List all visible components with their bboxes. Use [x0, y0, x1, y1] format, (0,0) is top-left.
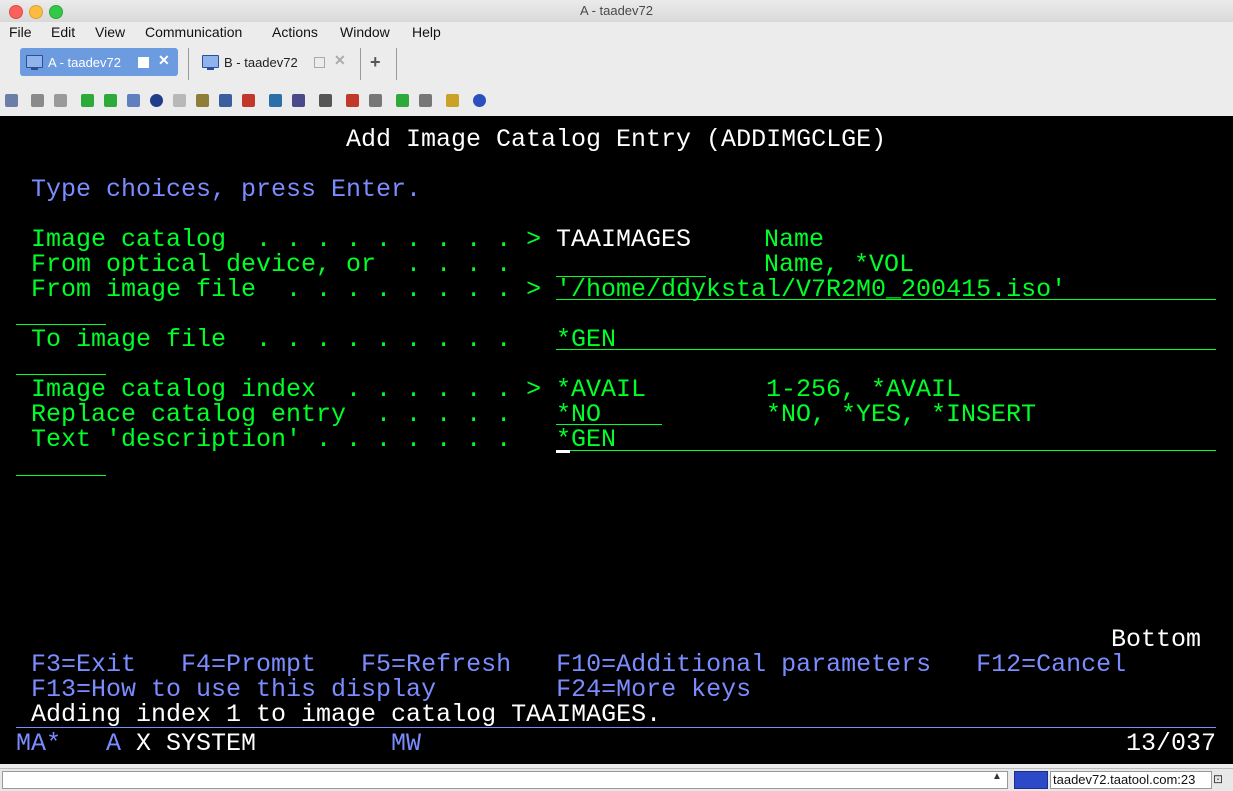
function-keys-line-1[interactable]: F3=Exit F4=Prompt F5=Refresh F10=Additio… [31, 652, 1126, 677]
macro-icon[interactable] [242, 94, 255, 107]
tab-label: A - taadev72 [48, 55, 121, 70]
paste-icon[interactable] [31, 94, 44, 107]
edit-icon[interactable] [346, 94, 359, 107]
image-catalog-input[interactable]: TAAIMAGES [556, 227, 691, 252]
text-description-input[interactable]: *GEN [556, 427, 616, 452]
to-image-file-underline [556, 349, 1216, 350]
security-lock-icon: ⊡ [1213, 772, 1224, 786]
menu-actions[interactable]: Actions [272, 24, 318, 40]
tab-session-a[interactable]: A - taadev72 ✕ [20, 48, 178, 76]
stop-icon[interactable] [396, 94, 409, 107]
status-input-field[interactable] [2, 771, 1008, 789]
connection-status-icon [1014, 771, 1048, 789]
session-indicator: A [106, 729, 122, 758]
host-address: taadev72.taatool.com:23 [1050, 771, 1212, 789]
menu-window[interactable]: Window [340, 24, 390, 40]
tab-label: B - taadev72 [224, 55, 298, 70]
cursor-position: 13/037 [1126, 729, 1217, 758]
keyboard-mode-indicator: MA* [16, 729, 62, 758]
field-continuation-line [16, 475, 106, 476]
monitor-icon [26, 55, 43, 70]
message-waiting-indicator: MW [391, 729, 422, 758]
field-hint-catalog-index: 1-256, *AVAIL [766, 375, 962, 404]
function-keys-line-2[interactable]: F13=How to use this display F24=More key… [31, 677, 751, 702]
from-image-file-underline [556, 299, 1216, 300]
menu-file[interactable]: File [9, 24, 32, 40]
status-divider [16, 727, 1216, 728]
menu-edit[interactable]: Edit [51, 24, 75, 40]
menu-bar: File Edit View Communication Actions Win… [0, 22, 1233, 44]
document-icon[interactable] [173, 94, 186, 107]
clipboard-icon[interactable] [54, 94, 67, 107]
tab-divider [396, 48, 397, 80]
toolbar [0, 88, 1233, 115]
settings-icon[interactable] [219, 94, 232, 107]
upload-icon[interactable] [81, 94, 94, 107]
field-label-replace-entry: Replace catalog entry . . . . . [31, 400, 512, 429]
detach-tab-icon[interactable] [138, 57, 149, 68]
field-label-text-description: Text 'description' . . . . . . . [31, 425, 512, 454]
screen-title: Add Image Catalog Entry (ADDIMGCLGE) [346, 125, 887, 154]
field-label-optical-device: From optical device, or . . . . [31, 250, 512, 279]
download-icon[interactable] [104, 94, 117, 107]
field-label-to-image-file: To image file . . . . . . . . . [31, 325, 512, 354]
print-icon[interactable] [127, 94, 140, 107]
keypad-icon[interactable] [269, 94, 282, 107]
text-description-underline [556, 450, 1216, 451]
system-indicator: X SYSTEM [136, 729, 257, 758]
record-icon[interactable] [369, 94, 382, 107]
mail-icon[interactable] [292, 94, 305, 107]
field-hint-replace-entry: *NO, *YES, *INSERT [766, 400, 1037, 429]
field-hint-optical-device: Name, *VOL [764, 250, 915, 279]
menu-view[interactable]: View [95, 24, 125, 40]
menu-communication[interactable]: Communication [145, 24, 242, 40]
session-tab-bar: A - taadev72 ✕ B - taadev72 ✕ + [0, 44, 1233, 89]
monitor-icon [202, 55, 219, 70]
close-tab-icon[interactable]: ✕ [158, 52, 170, 69]
text-cursor [556, 450, 570, 453]
tab-session-b[interactable]: B - taadev72 ✕ [196, 48, 352, 76]
field-hint-image-catalog: Name [764, 225, 825, 254]
bottom-status-bar: ▲ taadev72.taatool.com:23 ⊡ [0, 768, 1233, 791]
tab-divider [188, 48, 189, 80]
instruction-text: Type choices, press Enter. [31, 175, 422, 204]
play-icon[interactable] [419, 94, 432, 107]
status-message: Adding index 1 to image catalog TAAIMAGE… [31, 700, 662, 729]
window-titlebar: A - taadev72 [0, 0, 1233, 23]
copy-icon[interactable] [5, 94, 18, 107]
add-tab-button[interactable]: + [370, 52, 381, 73]
field-label-image-catalog: Image catalog . . . . . . . . . > [31, 225, 542, 254]
scroll-up-arrow-icon[interactable]: ▲ [992, 771, 1002, 782]
window-title: A - taadev72 [580, 3, 653, 18]
pause-icon[interactable] [446, 94, 459, 107]
compass-icon[interactable] [150, 94, 163, 107]
tab-divider [360, 48, 361, 80]
close-tab-icon[interactable]: ✕ [334, 52, 346, 69]
database-icon[interactable] [196, 94, 209, 107]
bottom-indicator: Bottom [1111, 625, 1202, 654]
field-label-catalog-index: Image catalog index . . . . . . > [31, 375, 542, 404]
terminal-screen[interactable]: Add Image Catalog Entry (ADDIMGCLGE) Typ… [0, 116, 1233, 764]
detach-tab-icon[interactable] [314, 57, 325, 68]
menu-help[interactable]: Help [412, 24, 441, 40]
catalog-index-input[interactable]: *AVAIL [556, 377, 646, 402]
help-icon[interactable] [473, 94, 486, 107]
field-label-from-image-file: From image file . . . . . . . . > [31, 275, 542, 304]
grid-icon[interactable] [319, 94, 332, 107]
